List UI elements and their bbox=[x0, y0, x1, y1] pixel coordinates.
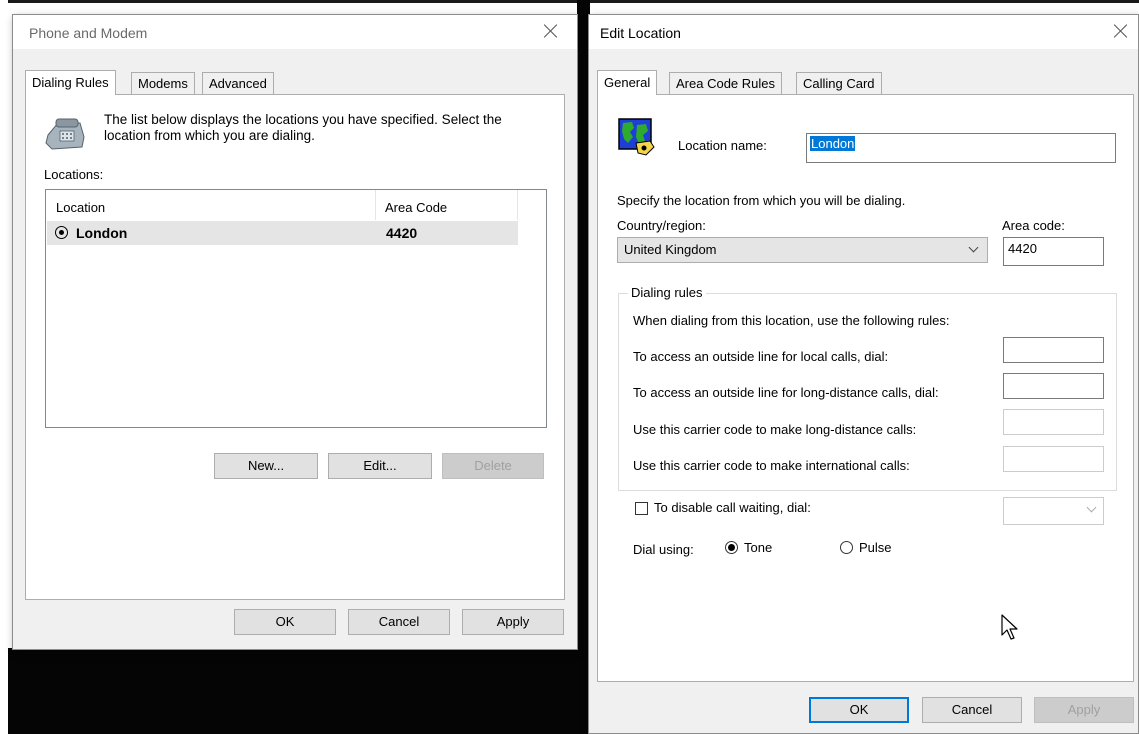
description-text: The list below displays the locations yo… bbox=[104, 112, 502, 143]
locations-label: Locations: bbox=[44, 167, 104, 182]
current-location-icon bbox=[55, 226, 68, 239]
locations-list[interactable]: Location Area Code London 4420 bbox=[45, 189, 547, 428]
country-region-select[interactable]: United Kingdom bbox=[617, 237, 988, 263]
carrier-international-label: Use this carrier code to make internatio… bbox=[633, 458, 910, 473]
table-row[interactable]: London 4420 bbox=[47, 221, 518, 245]
area-code-field[interactable]: 4420 bbox=[1003, 237, 1104, 266]
edit-location-dialog: Edit Location General Area Code Rules Ca… bbox=[588, 14, 1139, 734]
tab-label: Dialing Rules bbox=[32, 75, 109, 90]
delete-button[interactable]: Delete bbox=[442, 453, 544, 479]
tone-label[interactable]: Tone bbox=[744, 540, 772, 555]
apply-button[interactable]: Apply bbox=[462, 609, 564, 635]
tab-label: Area Code Rules bbox=[676, 76, 775, 91]
area-code-label: Area code: bbox=[1002, 218, 1065, 233]
general-panel: Location name: London Specify the locati… bbox=[597, 94, 1134, 682]
close-icon[interactable] bbox=[539, 19, 563, 43]
tone-radio[interactable] bbox=[725, 541, 738, 554]
location-name-label: Location name: bbox=[678, 138, 767, 153]
desktop-background bbox=[8, 648, 590, 734]
edit-button[interactable]: Edit... bbox=[328, 453, 432, 479]
location-name-field[interactable]: London bbox=[806, 133, 1116, 163]
window-title: Phone and Modem bbox=[29, 25, 148, 41]
tab-label: Advanced bbox=[209, 76, 267, 91]
apply-button[interactable]: Apply bbox=[1034, 697, 1134, 723]
ok-button[interactable]: OK bbox=[809, 697, 909, 723]
location-globe-icon bbox=[618, 118, 655, 156]
column-header-location[interactable]: Location bbox=[46, 190, 376, 220]
local-line-label: To access an outside line for local call… bbox=[633, 349, 889, 364]
ok-button[interactable]: OK bbox=[234, 609, 336, 635]
dialing-rules-group-label: Dialing rules bbox=[628, 285, 706, 300]
tab-calling-card[interactable]: Calling Card bbox=[796, 72, 882, 94]
title-bar: Phone and Modem bbox=[13, 15, 577, 49]
tab-label: General bbox=[604, 75, 651, 90]
pulse-label[interactable]: Pulse bbox=[859, 540, 892, 555]
column-header-area-code[interactable]: Area Code bbox=[377, 190, 518, 220]
long-distance-line-label: To access an outside line for long-dista… bbox=[633, 385, 939, 400]
mouse-pointer-icon bbox=[1001, 614, 1018, 640]
tab-label: Modems bbox=[138, 76, 188, 91]
call-waiting-select[interactable] bbox=[1003, 497, 1104, 525]
tab-dialing-rules[interactable]: Dialing Rules bbox=[25, 70, 116, 95]
screen-top-edge bbox=[8, 0, 1139, 3]
carrier-long-distance-label: Use this carrier code to make long-dista… bbox=[633, 422, 917, 437]
disable-call-waiting-label[interactable]: To disable call waiting, dial: bbox=[654, 500, 811, 515]
carrier-long-distance-field[interactable] bbox=[1003, 409, 1104, 435]
area-code-value: 4420 bbox=[1008, 241, 1037, 256]
phone-and-modem-dialog: Phone and Modem Dialing Rules Modems Adv… bbox=[12, 14, 578, 650]
location-name-value: London bbox=[810, 136, 856, 151]
new-button[interactable]: New... bbox=[214, 453, 318, 479]
country-region-value: United Kingdom bbox=[624, 242, 717, 257]
chevron-down-icon bbox=[1086, 502, 1097, 513]
specify-location-text: Specify the location from which you will… bbox=[617, 193, 906, 208]
local-line-field[interactable] bbox=[1003, 337, 1104, 363]
cancel-button[interactable]: Cancel bbox=[922, 697, 1022, 723]
tab-modems[interactable]: Modems bbox=[131, 72, 195, 94]
tab-advanced[interactable]: Advanced bbox=[202, 72, 274, 94]
disable-call-waiting-checkbox[interactable] bbox=[635, 502, 648, 515]
title-bar: Edit Location bbox=[589, 15, 1138, 49]
telephone-icon bbox=[45, 118, 85, 150]
dial-using-label: Dial using: bbox=[633, 542, 694, 557]
dialing-rules-intro: When dialing from this location, use the… bbox=[633, 313, 950, 328]
tab-label: Calling Card bbox=[803, 76, 875, 91]
country-region-label: Country/region: bbox=[617, 218, 706, 233]
long-distance-line-field[interactable] bbox=[1003, 373, 1104, 399]
cancel-button[interactable]: Cancel bbox=[348, 609, 450, 635]
window-title: Edit Location bbox=[600, 25, 681, 41]
chevron-down-icon bbox=[968, 242, 979, 253]
location-cell: London bbox=[76, 225, 128, 241]
pulse-radio[interactable] bbox=[840, 541, 853, 554]
dialing-rules-panel: The list below displays the locations yo… bbox=[25, 94, 565, 600]
column-label: Area Code bbox=[385, 200, 448, 215]
area-code-cell: 4420 bbox=[386, 225, 418, 241]
carrier-international-field[interactable] bbox=[1003, 446, 1104, 472]
close-icon[interactable] bbox=[1109, 19, 1133, 43]
column-label: Location bbox=[56, 200, 106, 215]
tab-area-code-rules[interactable]: Area Code Rules bbox=[669, 72, 782, 94]
tab-general[interactable]: General bbox=[597, 70, 658, 95]
